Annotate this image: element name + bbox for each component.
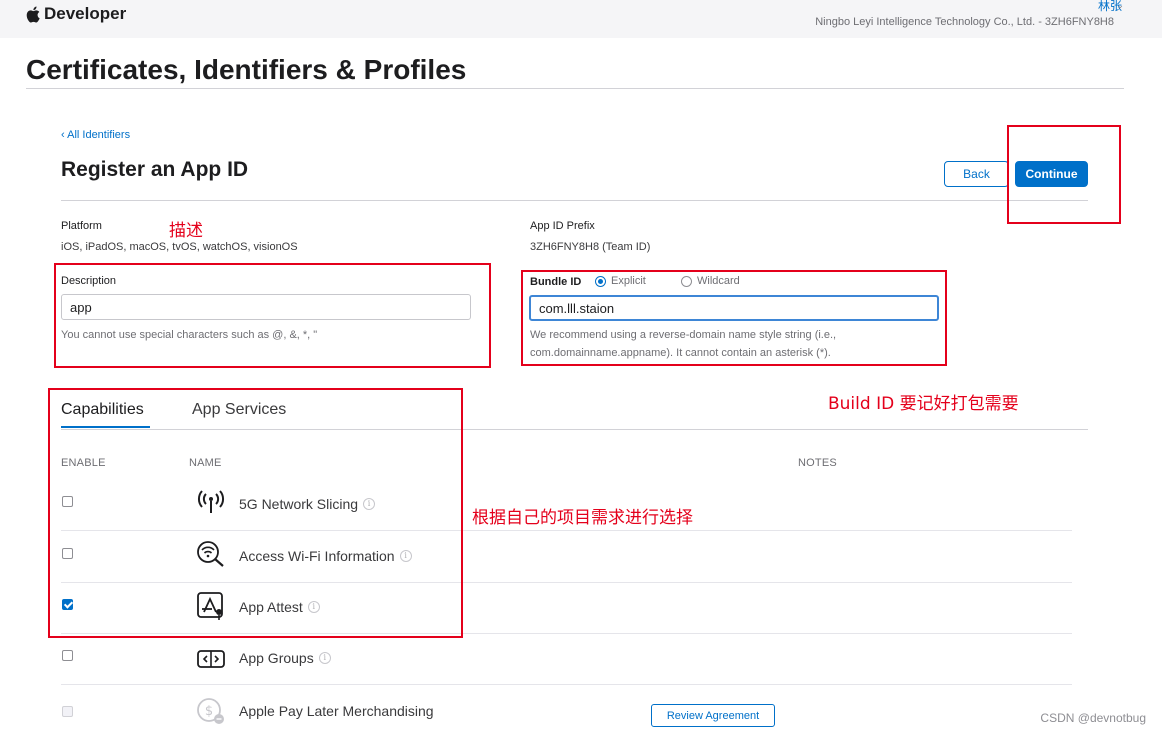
apple-logo-icon [26,6,40,23]
chevron-down-icon[interactable]: ⌄ [1116,0,1124,11]
capability-name: Apple Pay Later Merchandising [239,703,434,719]
description-note: 描述 [169,221,203,241]
register-title: Register an App ID [61,158,249,181]
prefix-label: App ID Prefix [530,220,595,232]
svg-text:$: $ [205,704,213,719]
description-annotation-box [54,263,491,368]
bundle-note: Build ID 要记好打包需要 [828,394,1019,414]
platform-label: Platform [61,220,102,232]
prefix-value: 3ZH6FNY8H8 (Team ID) [530,241,651,253]
review-agreement-button[interactable]: Review Agreement [651,704,775,727]
pay-later-icon: $ [197,698,224,724]
title-divider [26,88,1124,89]
section-divider [61,200,1088,201]
back-button[interactable]: Back [944,161,1009,187]
column-notes: NOTES [798,457,837,469]
capabilities-note: 根据自己的项目需求进行选择 [472,508,693,528]
capabilities-annotation-box [48,388,463,638]
page-title: Certificates, Identifiers & Profiles [26,54,467,85]
capability-label: Apple Pay Later Merchandising [239,703,434,719]
watermark: CSDN @devnotbug [1040,711,1146,725]
top-bar: Developer 林张 ⌄ Ningbo Leyi Intelligence … [0,0,1162,38]
brand-label: Developer [44,4,127,23]
enable-checkbox[interactable] [62,650,73,661]
bundle-annotation-box [521,270,947,366]
platform-value: iOS, iPadOS, macOS, tvOS, watchOS, visio… [61,241,298,253]
continue-annotation-box [1007,125,1121,224]
info-icon[interactable]: i [318,652,331,664]
all-identifiers-link[interactable]: ‹ All Identifiers [61,129,130,141]
enable-checkbox-disabled [62,706,73,717]
team-name: Ningbo Leyi Intelligence Technology Co.,… [815,16,1114,28]
table-row: $ Apple Pay Later Merchandising [61,685,1072,736]
table-row: App Groups i [61,633,1072,685]
capability-name: App Groups i [239,650,331,666]
developer-logo[interactable]: Developer [26,4,126,24]
app-groups-icon [197,650,225,668]
capability-label: App Groups [239,650,314,666]
